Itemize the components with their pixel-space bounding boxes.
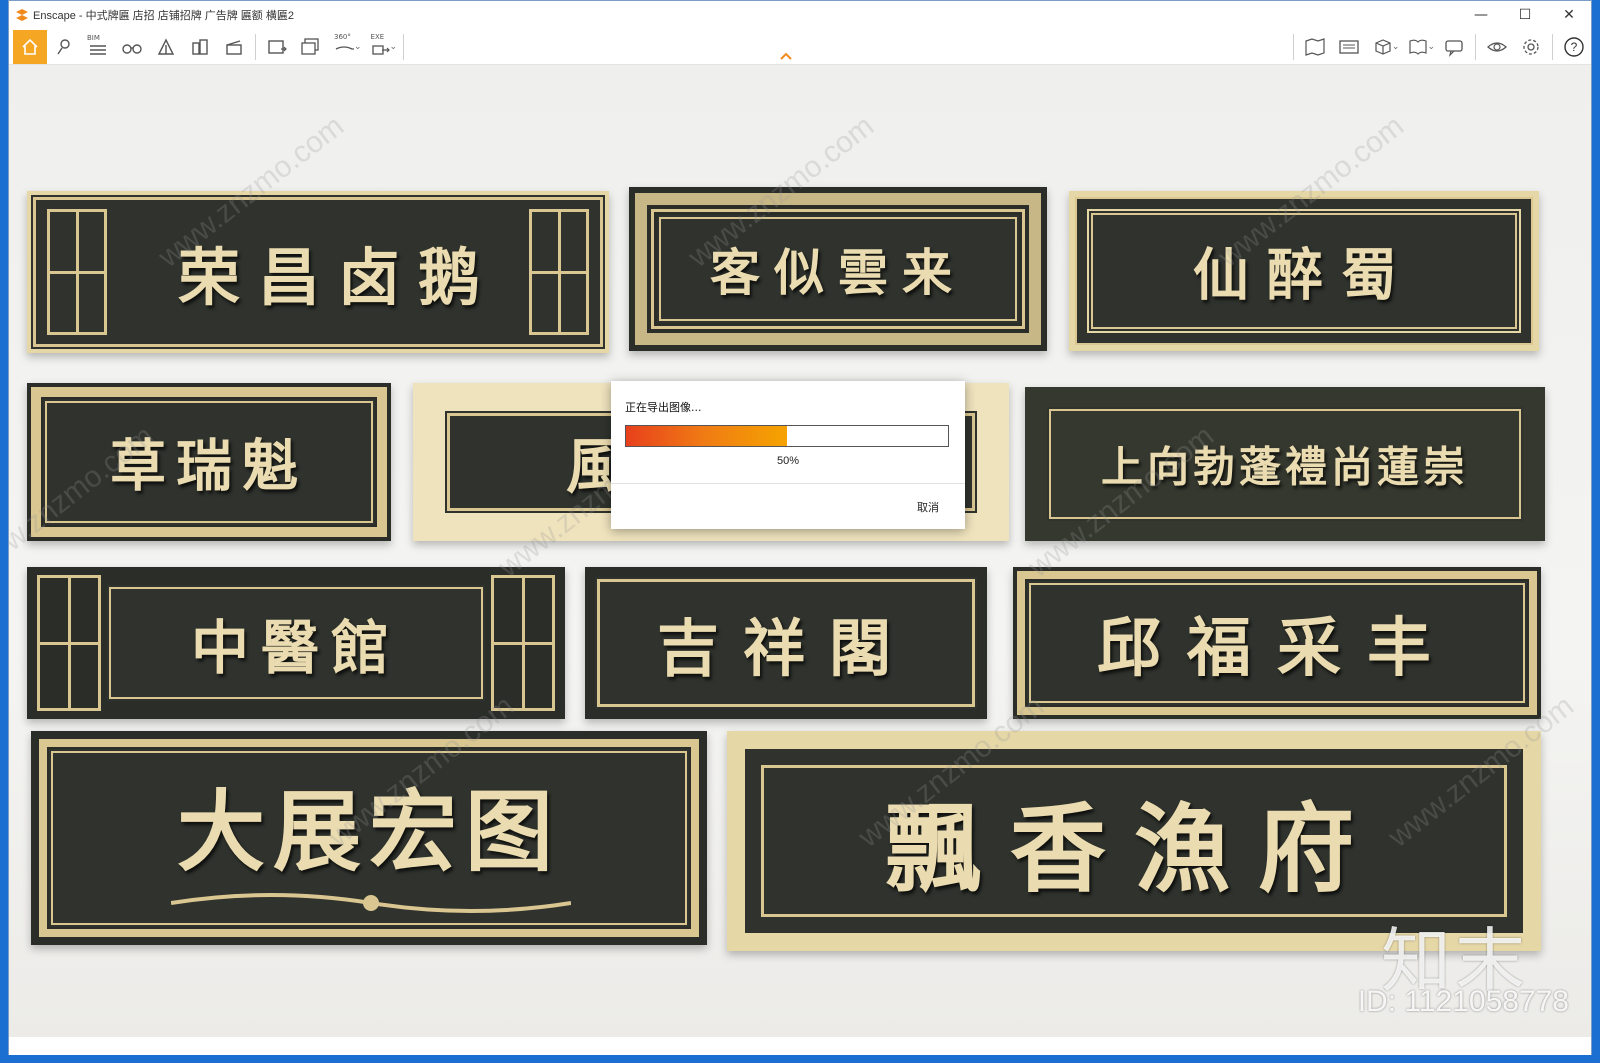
title-bar: Enscape - 中式牌匾 店招 店铺招牌 广告牌 匾额 横匾2 — ☐ ✕ (9, 1, 1591, 29)
plaque-image: 中醫館 (27, 567, 565, 719)
cube-dropdown-caret[interactable]: ⌄ (1392, 42, 1400, 52)
home-button[interactable] (13, 29, 47, 64)
chat-icon (1445, 39, 1463, 57)
home-icon (22, 38, 38, 55)
help-button[interactable]: ? (1557, 30, 1591, 64)
plaque-text: 飄香漁府 (886, 792, 1382, 906)
export-progress-dialog: 正在导出图像... 50% 取消 (611, 381, 965, 529)
plaque-text: 上向勃蓬禮尚蓮崇 (1100, 442, 1469, 492)
bim-button[interactable]: BIM (81, 30, 115, 64)
video-editor-button[interactable] (217, 30, 251, 64)
dialog-divider (611, 483, 965, 484)
plaque-image: 大展宏图 (31, 731, 707, 945)
plaque-text: 草瑞魁 (110, 433, 308, 500)
plaque-text: 大展宏图 (176, 779, 561, 884)
clapperboard-icon (226, 39, 242, 55)
views-button[interactable] (115, 30, 149, 64)
location-pin-icon (57, 38, 70, 54)
plaque-image: 上向勃蓬禮尚蓮崇 (1025, 387, 1545, 541)
batch-render-icon (301, 37, 319, 55)
plaque-text: 邱福采丰 (1097, 611, 1457, 686)
tent-icon (157, 37, 175, 55)
binoculars-icon (122, 43, 142, 54)
plaque-image: 吉祥閣 (585, 567, 987, 719)
section-dropdown-caret[interactable]: ⌄ (1427, 42, 1435, 52)
feedback-button[interactable] (1437, 30, 1471, 64)
svg-text:?: ? (1571, 40, 1578, 54)
cube-icon (1375, 38, 1391, 55)
plaque-image: 荣昌卤鹅 (27, 191, 609, 353)
map-button[interactable] (1298, 30, 1332, 64)
atmosphere-button[interactable] (149, 30, 183, 64)
toolbar-separator (403, 33, 405, 60)
panorama-button[interactable]: 360° (328, 30, 362, 64)
render-viewport[interactable]: 荣昌卤鹅 客似雲来 仙醉蜀 草瑞魁 風 上向勃蓬禮尚蓮崇 中醫館 吉祥閣 邱福采… (9, 65, 1591, 1037)
bim-list-icon (90, 45, 106, 55)
dialog-title: 正在导出图像... (625, 401, 702, 414)
minimize-button[interactable]: — (1459, 1, 1503, 29)
book-icon (1409, 39, 1428, 55)
plaque-text: 中醫館 (190, 614, 401, 682)
screenshot-icon (268, 39, 287, 54)
visibility-button[interactable] (1480, 30, 1514, 64)
toolbar-separator (1475, 33, 1476, 60)
assets-button[interactable] (183, 30, 217, 64)
scroll-ornament-icon (171, 893, 571, 913)
plaque-image: 客似雲来 (629, 187, 1047, 351)
close-button[interactable]: ✕ (1547, 1, 1591, 29)
progress-percent: 50% (776, 455, 800, 467)
progress-bar (625, 425, 949, 447)
toolbar-separator (1292, 33, 1294, 60)
plaque-image: 草瑞魁 (27, 383, 391, 541)
plaque-image: 仙醉蜀 (1069, 191, 1539, 351)
batch-render-button[interactable] (294, 30, 328, 64)
collapse-toolbar-icon[interactable] (779, 51, 793, 61)
screenshot-button[interactable] (260, 30, 294, 64)
progress-fill (626, 426, 787, 446)
settings-button[interactable] (1514, 30, 1548, 64)
buildings-icon (192, 38, 208, 55)
bim-label: BIM (87, 34, 100, 42)
plaque-text: 吉祥閣 (656, 612, 915, 685)
location-button[interactable] (47, 30, 81, 64)
enscape-logo-icon (16, 9, 28, 21)
app-window: Enscape - 中式牌匾 店招 店铺招牌 广告牌 匾额 横匾2 — ☐ ✕ … (8, 0, 1592, 1055)
plaque-text: 荣昌卤鹅 (177, 241, 498, 314)
plaque-text: 客似雲来 (710, 243, 966, 302)
window-title: Enscape - 中式牌匾 店招 店铺招牌 广告牌 匾额 横匾2 (33, 10, 294, 22)
panorama-label: 360° (334, 32, 351, 41)
export-button[interactable]: EXE (364, 30, 398, 64)
info-panel-button[interactable] (1332, 30, 1366, 64)
plaque-text: 仙醉蜀 (1193, 242, 1415, 309)
status-bar (9, 1037, 1591, 1055)
panel-icon (1339, 39, 1359, 54)
cancel-button[interactable]: 取消 (917, 499, 939, 515)
brand-id-watermark: ID: 1121058778 (1357, 985, 1569, 1018)
help-icon: ? (1564, 36, 1584, 57)
maximize-button[interactable]: ☐ (1503, 1, 1547, 29)
toolbar: BIM 360° ⌄ EXE ⌄ ⌄ ⌄ ? (9, 29, 1591, 65)
exe-label: EXE (370, 32, 385, 41)
map-icon (1305, 37, 1325, 56)
plaque-image: 邱福采丰 (1013, 567, 1541, 719)
gear-icon (1523, 38, 1539, 55)
toolbar-separator (255, 33, 256, 60)
toolbar-separator (1552, 33, 1553, 60)
eye-icon (1487, 41, 1507, 52)
